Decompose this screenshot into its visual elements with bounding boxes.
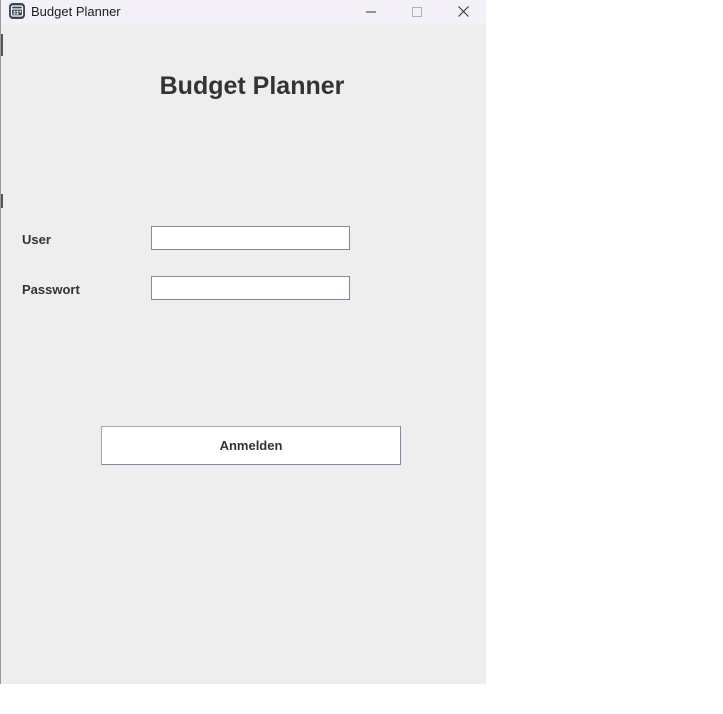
close-button[interactable]	[440, 0, 486, 24]
budget-app-icon	[9, 3, 25, 19]
page-title: Budget Planner	[159, 72, 345, 100]
close-icon	[458, 6, 469, 17]
window-edge-marker	[1, 194, 3, 208]
login-window: Budget Planner Budget Planner User Passw…	[0, 0, 486, 684]
title-bar[interactable]: Budget Planner	[1, 0, 486, 24]
minimize-button[interactable]	[348, 0, 394, 24]
window-edge-marker	[1, 34, 3, 56]
login-button[interactable]: Anmelden	[101, 426, 401, 465]
password-input[interactable]	[151, 276, 350, 300]
maximize-icon	[412, 7, 422, 17]
password-label: Passwort	[22, 282, 80, 297]
maximize-button[interactable]	[394, 0, 440, 24]
window-title: Budget Planner	[31, 4, 121, 19]
user-label: User	[22, 232, 51, 247]
minimize-icon	[366, 11, 376, 13]
user-input[interactable]	[151, 226, 350, 250]
